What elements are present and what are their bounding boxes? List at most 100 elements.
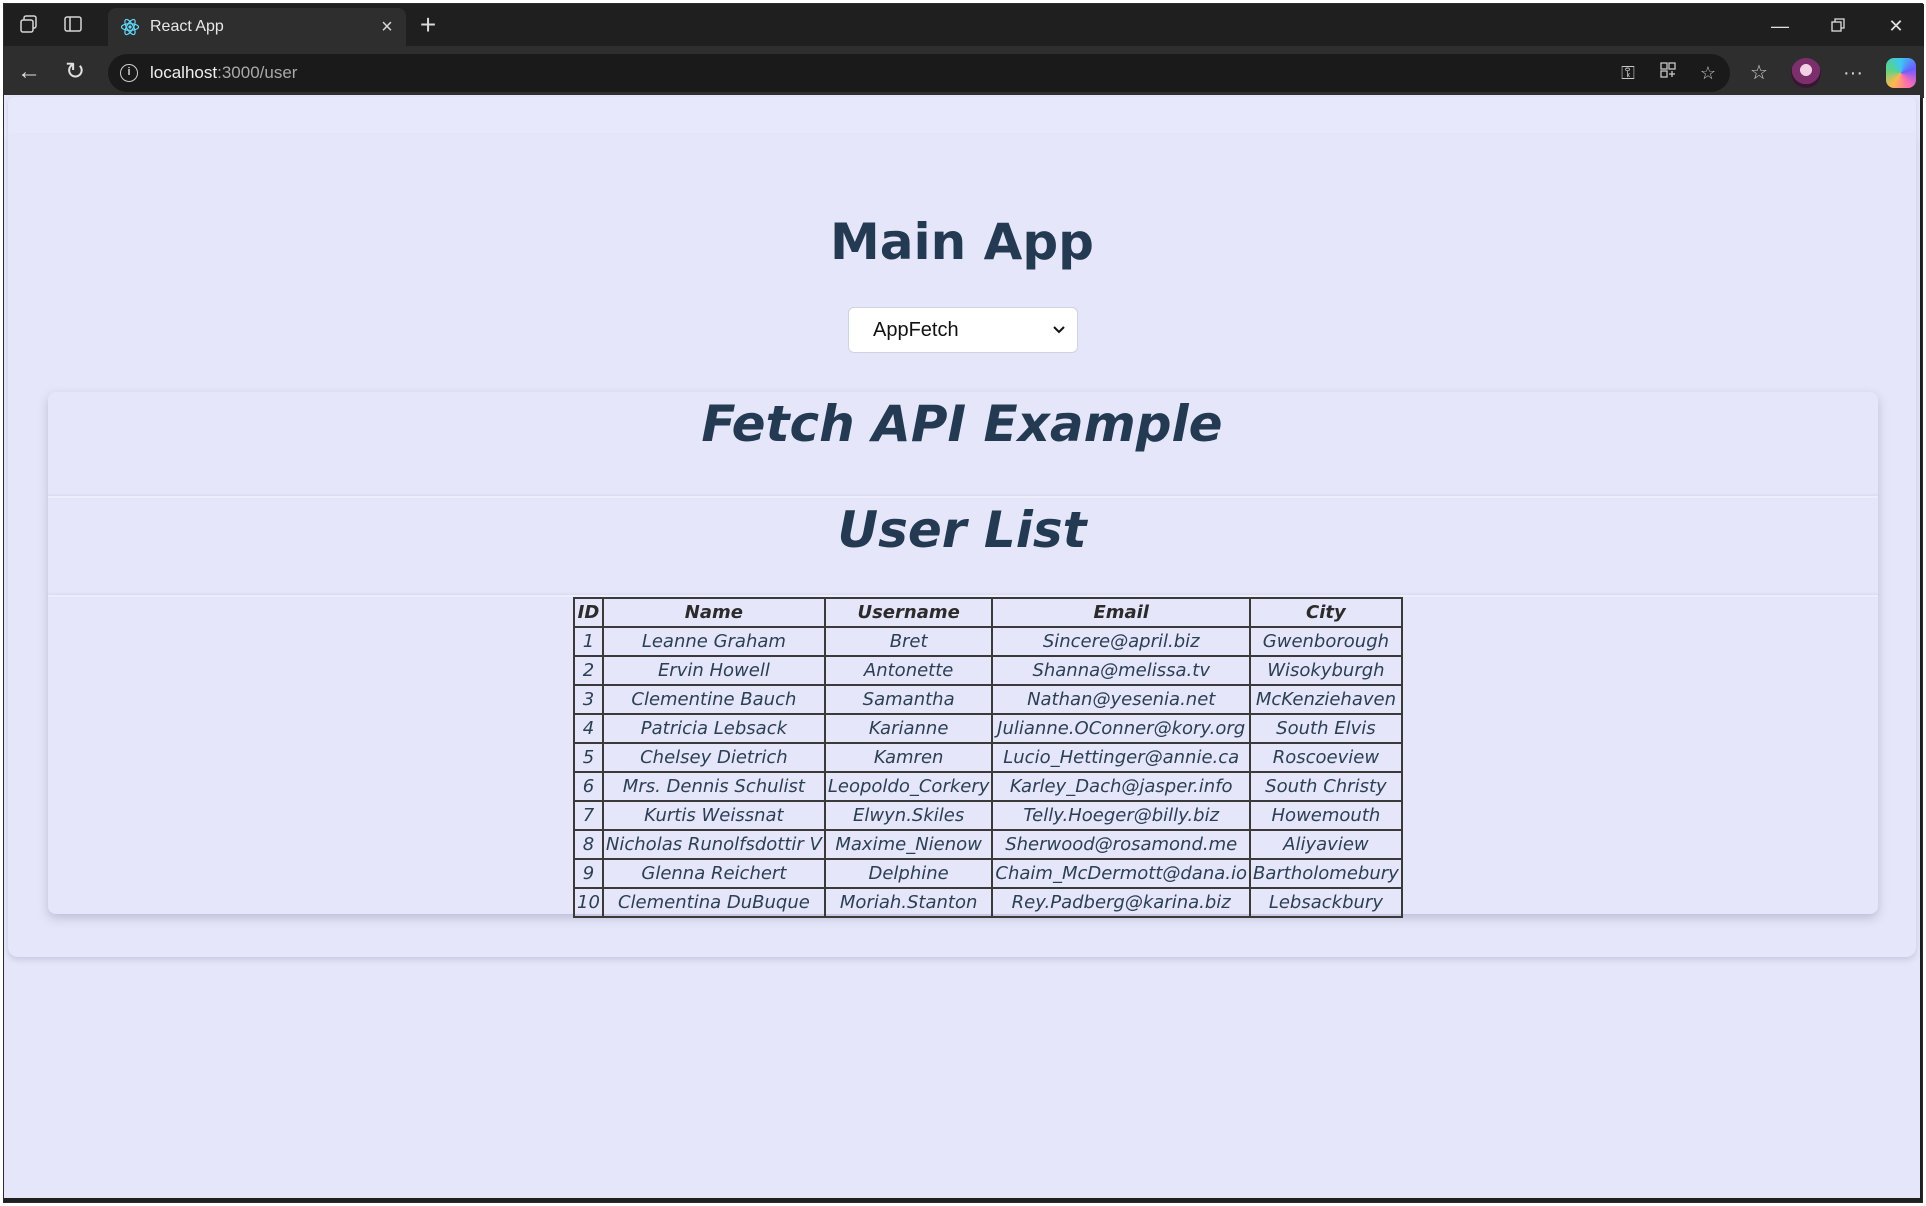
cell-id: 5 xyxy=(573,742,604,773)
cell-id: 10 xyxy=(573,887,604,918)
chevron-down-icon xyxy=(1053,326,1065,334)
vertical-tabs-icon[interactable] xyxy=(62,14,84,36)
close-window-icon[interactable]: ✕ xyxy=(1876,14,1916,38)
cell-username: Leopoldo_Corkery xyxy=(823,771,994,802)
restore-icon[interactable] xyxy=(1818,14,1858,38)
cell-username: Karianne xyxy=(823,713,994,744)
cell-name: Nicholas Runolfsdottir V xyxy=(601,829,826,860)
cell-id: 6 xyxy=(573,771,604,802)
component-select[interactable]: AppFetch xyxy=(848,307,1078,353)
cell-email: Chaim_McDermott@dana.io xyxy=(991,858,1252,889)
cell-username: Antonette xyxy=(823,655,994,686)
cell-username: Delphine xyxy=(823,858,994,889)
cell-username: Bret xyxy=(823,626,994,657)
refresh-icon[interactable]: ↻ xyxy=(60,58,90,88)
cell-id: 8 xyxy=(573,829,604,860)
cell-city: Bartholomebury xyxy=(1249,858,1403,889)
cell-name: Clementina DuBuque xyxy=(601,887,826,918)
cell-id: 2 xyxy=(573,655,604,686)
table-header-row: ID Name Username Email City xyxy=(573,597,1403,628)
column-header-name: Name xyxy=(601,597,826,628)
cell-name: Mrs. Dennis Schulist xyxy=(601,771,826,802)
cell-username: Samantha xyxy=(823,684,994,715)
cell-city: Lebsackbury xyxy=(1249,887,1403,918)
cell-id: 1 xyxy=(573,626,604,657)
table-row: 8 Nicholas Runolfsdottir V Maxime_Nienow Sh… xyxy=(573,829,1403,860)
cell-id: 7 xyxy=(573,800,604,831)
cell-email: Nathan@yesenia.net xyxy=(991,684,1252,715)
tab-bar: React App × + — ✕ xyxy=(4,4,1924,46)
cell-username: Elwyn.Skiles xyxy=(823,800,994,831)
close-tab-icon[interactable]: × xyxy=(376,16,398,38)
cell-email: Sincere@april.biz xyxy=(991,626,1252,657)
column-header-email: Email xyxy=(991,597,1252,628)
cell-city: Gwenborough xyxy=(1249,626,1403,657)
column-header-city: City xyxy=(1249,597,1403,628)
user-table: ID Name Username Email City 1 Leanne Grah… xyxy=(573,597,1403,918)
cell-city: Roscoeview xyxy=(1249,742,1403,773)
favorites-icon[interactable]: ☆ xyxy=(1744,58,1774,88)
cell-city: McKenziehaven xyxy=(1249,684,1403,715)
table-row: 1 Leanne Graham Bret Sincere@april.biz Gwenb… xyxy=(573,626,1403,657)
column-header-id: ID xyxy=(573,597,604,628)
divider xyxy=(48,496,1878,498)
key-icon[interactable]: ⚿ xyxy=(1616,61,1640,85)
tab-react-app[interactable]: React App × xyxy=(108,8,406,46)
profile-avatar[interactable] xyxy=(1791,58,1821,88)
new-tab-icon[interactable]: + xyxy=(414,11,442,40)
tab-title: React App xyxy=(150,18,224,35)
table-row: 4 Patricia Lebsack Karianne Julianne.OConne… xyxy=(573,713,1403,744)
table-row: 9 Glenna Reichert Delphine Chaim_McDermott@… xyxy=(573,858,1403,889)
cell-name: Leanne Graham xyxy=(601,626,826,657)
cell-email: Lucio_Hettinger@annie.ca xyxy=(991,742,1252,773)
top-strip xyxy=(8,97,1916,135)
more-options-icon[interactable]: ··· xyxy=(1838,58,1868,88)
section-title: Fetch API Example xyxy=(701,395,1223,453)
cell-city: Aliyaview xyxy=(1249,829,1403,860)
cell-name: Chelsey Dietrich xyxy=(601,742,826,773)
browser-toolbar: ← ↻ i localhost:3000/user ⚿ ☆ ☆ ··· xyxy=(4,46,1924,98)
cell-name: Kurtis Weissnat xyxy=(601,800,826,831)
url-host: localhost xyxy=(150,63,218,82)
table-row: 7 Kurtis Weissnat Elwyn.Skiles Telly.Hoeger… xyxy=(573,800,1403,831)
minimize-icon[interactable]: — xyxy=(1760,14,1800,38)
cell-email: Karley_Dach@jasper.info xyxy=(991,771,1252,802)
cell-name: Glenna Reichert xyxy=(601,858,826,889)
list-title: User List xyxy=(837,501,1087,559)
back-icon[interactable]: ← xyxy=(14,58,44,88)
page-viewport: Main App AppFetch Fetch API Example User… xyxy=(4,95,1920,1198)
main-title: Main App xyxy=(830,213,1094,271)
cell-email: Shanna@melissa.tv xyxy=(991,655,1252,686)
workspaces-icon[interactable] xyxy=(18,14,40,36)
cell-email: Julianne.OConner@kory.org xyxy=(991,713,1252,744)
column-header-username: Username xyxy=(823,597,994,628)
cell-email: Sherwood@rosamond.me xyxy=(991,829,1252,860)
url-text[interactable]: localhost:3000/user xyxy=(150,63,297,83)
cell-username: Moriah.Stanton xyxy=(823,887,994,918)
select-value: AppFetch xyxy=(873,319,959,341)
apps-icon[interactable] xyxy=(1656,61,1680,85)
table-row: 6 Mrs. Dennis Schulist Leopoldo_Corkery Kar… xyxy=(573,771,1403,802)
table-row: 5 Chelsey Dietrich Kamren Lucio_Hettinger@a… xyxy=(573,742,1403,773)
cell-name: Patricia Lebsack xyxy=(601,713,826,744)
table-row: 2 Ervin Howell Antonette Shanna@melissa.tv W… xyxy=(573,655,1403,686)
copilot-icon[interactable] xyxy=(1886,58,1916,88)
url-path: :3000/user xyxy=(217,63,298,82)
cell-username: Maxime_Nienow xyxy=(823,829,994,860)
cell-city: South Christy xyxy=(1249,771,1403,802)
react-logo-icon xyxy=(120,17,140,37)
cell-id: 4 xyxy=(573,713,604,744)
address-bar[interactable]: i localhost:3000/user ⚿ ☆ xyxy=(108,54,1730,92)
cell-name: Ervin Howell xyxy=(601,655,826,686)
cell-username: Kamren xyxy=(823,742,994,773)
cell-city: South Elvis xyxy=(1249,713,1403,744)
cell-id: 3 xyxy=(573,684,604,715)
cell-id: 9 xyxy=(573,858,604,889)
cell-name: Clementine Bauch xyxy=(601,684,826,715)
cell-city: Howemouth xyxy=(1249,800,1403,831)
favorite-star-icon[interactable]: ☆ xyxy=(1696,61,1720,85)
site-info-icon[interactable]: i xyxy=(120,64,138,82)
table-row: 10 Clementina DuBuque Moriah.Stanton Rey.Pa… xyxy=(573,887,1403,918)
cell-city: Wisokyburgh xyxy=(1249,655,1403,686)
cell-email: Rey.Padberg@karina.biz xyxy=(991,887,1252,918)
